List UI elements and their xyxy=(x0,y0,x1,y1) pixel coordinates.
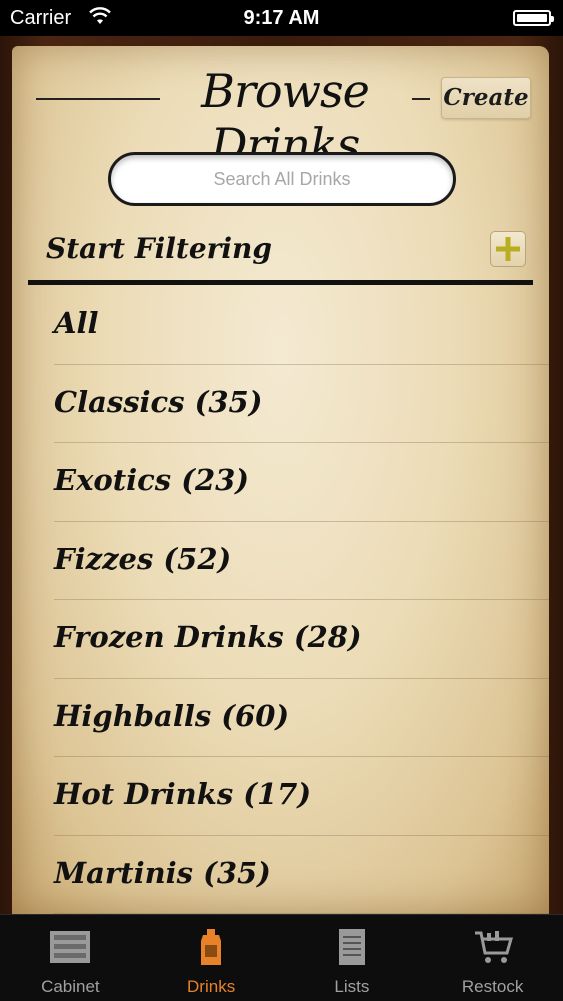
list-item-label: Exotics (23) xyxy=(54,463,250,497)
category-item-highballs[interactable]: Highballs (60) xyxy=(54,679,549,757)
tab-bar: Cabinet Drinks Lists Restock xyxy=(0,914,563,1001)
search-input[interactable]: Search All Drinks xyxy=(108,152,456,206)
category-item-all[interactable]: All xyxy=(54,286,549,365)
filter-divider xyxy=(28,280,533,285)
tab-lists[interactable]: Lists xyxy=(282,915,423,1001)
list-item-label: Classics (35) xyxy=(54,384,263,419)
category-item-martinis[interactable]: Martinis (35) xyxy=(54,836,549,914)
tab-label: Drinks xyxy=(187,977,236,996)
add-filter-button[interactable] xyxy=(490,231,526,267)
tab-restock[interactable]: Restock xyxy=(422,915,563,1001)
bottle-icon xyxy=(201,929,222,965)
title-divider-left xyxy=(36,98,160,100)
status-bar: Carrier 9:17 AM xyxy=(0,0,563,36)
category-item-fizzes[interactable]: Fizzes (52) xyxy=(54,522,549,600)
notepad-icon xyxy=(338,929,365,965)
list-item-label: All xyxy=(54,306,99,340)
cart-icon xyxy=(474,931,513,963)
parchment-panel: Browse Drinks Create Search All Drinks S… xyxy=(12,46,549,914)
title-divider-right xyxy=(412,98,430,100)
clock: 9:17 AM xyxy=(243,7,320,29)
category-item-exotics[interactable]: Exotics (23) xyxy=(54,443,549,522)
category-item-hot-drinks[interactable]: Hot Drinks (17) xyxy=(54,757,549,836)
list-item-label: Fizzes (52) xyxy=(54,541,232,576)
category-list: All Classics (35) Exotics (23) Fizzes (5… xyxy=(12,286,549,914)
tab-label: Cabinet xyxy=(41,977,100,996)
tab-cabinet[interactable]: Cabinet xyxy=(0,915,141,1001)
list-item-label: Highballs (60) xyxy=(54,698,290,733)
category-item-classics[interactable]: Classics (35) xyxy=(54,365,549,443)
list-item-label: Frozen Drinks (28) xyxy=(54,620,362,654)
tab-drinks[interactable]: Drinks xyxy=(141,915,282,1001)
cabinet-icon xyxy=(50,931,91,963)
plus-icon xyxy=(496,237,520,261)
category-item-frozen-drinks[interactable]: Frozen Drinks (28) xyxy=(54,600,549,679)
list-item-label: Hot Drinks (17) xyxy=(54,777,312,811)
create-button[interactable]: Create xyxy=(441,77,531,119)
list-item-label: Martinis (35) xyxy=(54,855,271,890)
start-filtering-label: Start Filtering xyxy=(46,232,272,265)
tab-label: Lists xyxy=(334,977,370,996)
tab-label: Restock xyxy=(461,977,524,996)
battery-icon xyxy=(513,10,554,26)
